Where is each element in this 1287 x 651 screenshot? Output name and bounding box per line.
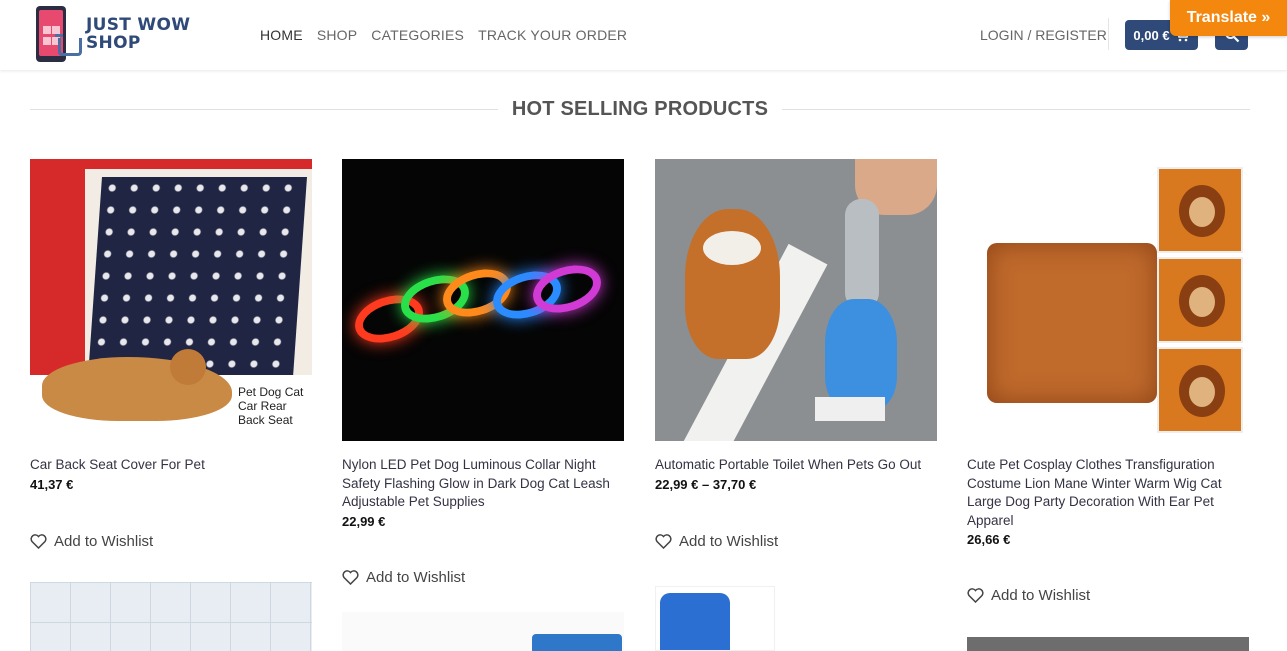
section-heading: HOT SELLING PRODUCTS [30,96,1251,122]
add-to-wishlist[interactable]: Add to Wishlist [30,533,153,550]
image-caption: Pet Dog Cat Car Rear Back Seat [238,385,304,427]
heart-icon [342,570,359,585]
product-name[interactable]: Automatic Portable Toilet When Pets Go O… [655,456,937,475]
heart-icon [967,588,984,603]
main-nav: HOME SHOP CATEGORIES TRACK YOUR ORDER [260,27,627,43]
product-image[interactable] [655,159,937,441]
add-to-wishlist[interactable]: Add to Wishlist [967,587,1090,604]
nav-home[interactable]: HOME [260,27,303,43]
product-card: Pet Dog Cat Car Rear Back Seat Car Back … [30,159,312,492]
product-price: 22,99 € [342,513,386,529]
section-title: HOT SELLING PRODUCTS [511,97,769,120]
site-header: JUST WOW SHOP HOME SHOP CATEGORIES TRACK… [0,0,1287,70]
add-to-wishlist[interactable]: Add to Wishlist [342,569,465,586]
logo-text: JUST WOW SHOP [86,15,191,53]
product-image[interactable]: Pet Dog Cat Car Rear Back Seat [30,159,312,441]
translate-button[interactable]: Translate » [1170,0,1287,36]
heart-icon [655,534,672,549]
product-image[interactable] [342,612,624,651]
nav-categories[interactable]: CATEGORIES [371,27,464,43]
product-image[interactable] [30,582,312,651]
product-card: Automatic Portable Toilet When Pets Go O… [655,159,937,492]
login-register-link[interactable]: LOGIN / REGISTER [980,27,1107,43]
nav-shop[interactable]: SHOP [317,27,357,43]
product-image[interactable] [342,159,624,441]
product-name[interactable]: Cute Pet Cosplay Clothes Transfiguration… [967,456,1249,530]
site-logo[interactable]: JUST WOW SHOP [36,6,206,64]
product-name[interactable]: Car Back Seat Cover For Pet [30,456,312,475]
cart-total: 0,00 € [1133,27,1170,43]
product-image[interactable] [967,637,1249,651]
nav-track-order[interactable]: TRACK YOUR ORDER [478,27,627,43]
add-to-wishlist[interactable]: Add to Wishlist [655,533,778,550]
product-price: 41,37 € [30,476,74,492]
heart-icon [30,534,47,549]
heading-line-right [782,108,1251,110]
product-image[interactable] [655,586,775,651]
product-card: Cute Pet Cosplay Clothes Transfiguration… [967,159,1249,547]
header-divider [1108,18,1109,50]
product-price: 22,99 € – 37,70 € [655,476,757,492]
product-name[interactable]: Nylon LED Pet Dog Luminous Collar Night … [342,456,624,512]
heading-line-left [30,108,498,110]
product-card: Nylon LED Pet Dog Luminous Collar Night … [342,159,624,529]
cart-logo-icon [55,34,82,56]
product-price: 26,66 € [967,532,1011,547]
product-image[interactable] [967,159,1249,441]
